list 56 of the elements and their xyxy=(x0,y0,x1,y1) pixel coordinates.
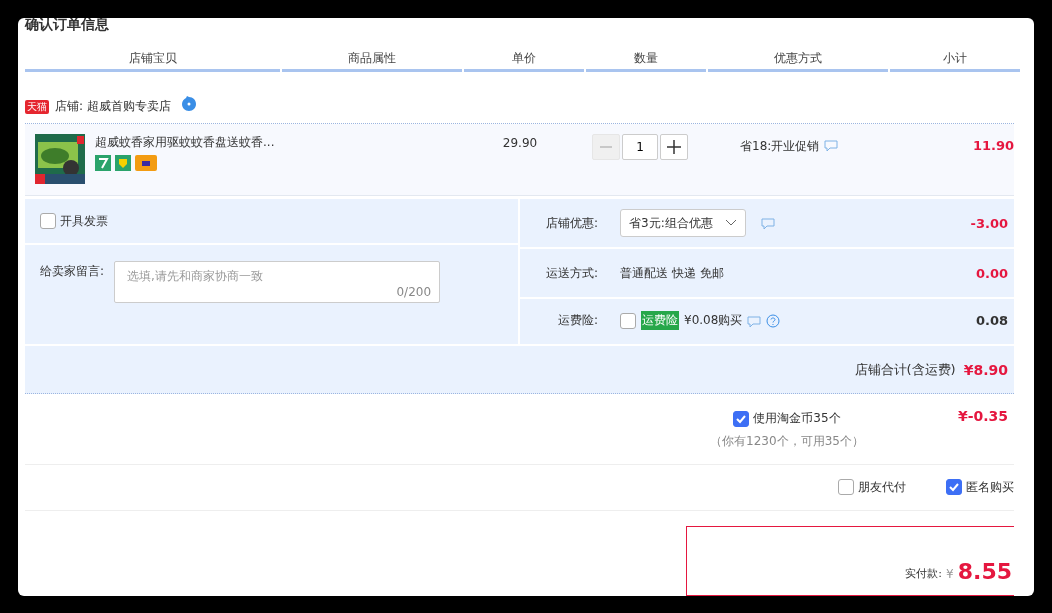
placeholder-text: 选填,请先和商家协商一致 xyxy=(127,268,263,286)
comment-icon[interactable] xyxy=(747,315,762,328)
checkbox[interactable] xyxy=(946,479,962,496)
column-header: 店铺宝贝 xyxy=(25,50,280,72)
chat-bubble-icon[interactable] xyxy=(180,95,197,112)
checkbox-label: 匿名购买 xyxy=(966,478,1014,496)
discount-dropdown[interactable]: 省3元:组合优惠 xyxy=(620,209,746,238)
currency-sign: ¥ xyxy=(946,567,954,583)
insurance-amount: 0.08 xyxy=(975,313,1009,329)
field-label: 给卖家留言: xyxy=(40,263,105,281)
checkbox-label: 开具发票 xyxy=(60,212,108,230)
checkbox[interactable] xyxy=(620,312,636,329)
checkbox-label: 朋友代付 xyxy=(858,478,906,496)
shop-name: 店铺: 超威首购专卖店 xyxy=(55,98,171,115)
shield-icon xyxy=(115,155,131,171)
increase-button[interactable] xyxy=(660,134,688,160)
column-header: 优惠方式 xyxy=(708,50,888,72)
card-icon xyxy=(135,155,157,171)
checkbox[interactable] xyxy=(733,410,750,427)
message-field[interactable]: 选填,请先和商家协商一致 0/200 xyxy=(114,261,441,304)
plus-icon xyxy=(667,140,681,154)
coins-amount: ¥-0.35 xyxy=(957,407,1008,427)
shop-total-label: 店铺合计(含运费) xyxy=(854,360,956,379)
promo-text: 省18:开业促销 xyxy=(740,138,820,155)
column-header: 商品属性 xyxy=(282,50,462,72)
field-label: 店铺优惠: xyxy=(544,214,599,232)
coins-note: （你有1230个，可用35个） xyxy=(710,433,864,451)
checkbox-label: 使用淘金币35个 xyxy=(753,410,841,428)
checkbox[interactable] xyxy=(838,479,854,496)
quantity-field[interactable]: 1 xyxy=(622,134,658,160)
payment-amount: 8.55 xyxy=(957,561,1012,583)
product-title[interactable]: 超威蚊香家用驱蚊蚊香盘送蚊香... xyxy=(95,134,275,151)
column-header: 数量 xyxy=(586,50,706,72)
insurance-tag: 运费险 xyxy=(641,311,679,331)
seven-day-icon xyxy=(95,155,111,171)
character-counter: 0/200 xyxy=(396,285,432,300)
help-icon[interactable] xyxy=(766,313,781,328)
decrease-button[interactable] xyxy=(592,134,620,160)
page-title: 确认订单信息 xyxy=(25,18,110,33)
column-header: 小计 xyxy=(890,50,1020,72)
shop-total-amount: ¥8.90 xyxy=(963,361,1008,378)
field-label: 运费险: xyxy=(556,312,599,330)
column-header: 单价 xyxy=(464,50,584,72)
subtotal: 11.90 xyxy=(971,137,1014,155)
field-label: 运送方式: xyxy=(544,264,599,282)
payment-label: 实付款: xyxy=(905,566,943,582)
insurance-price: ¥0.08购买 xyxy=(684,312,743,330)
comment-icon[interactable] xyxy=(760,218,775,231)
discount-amount: -3.00 xyxy=(970,215,1009,231)
checkbox[interactable] xyxy=(40,213,56,230)
shipping-method: 普通配送 快递 免邮 xyxy=(620,264,724,282)
caret-icon xyxy=(724,219,737,228)
unit-price: 29.90 xyxy=(501,135,539,152)
store-badge: 天猫 xyxy=(25,99,49,114)
shipping-amount: 0.00 xyxy=(975,265,1009,281)
comment-icon[interactable] xyxy=(824,140,839,152)
